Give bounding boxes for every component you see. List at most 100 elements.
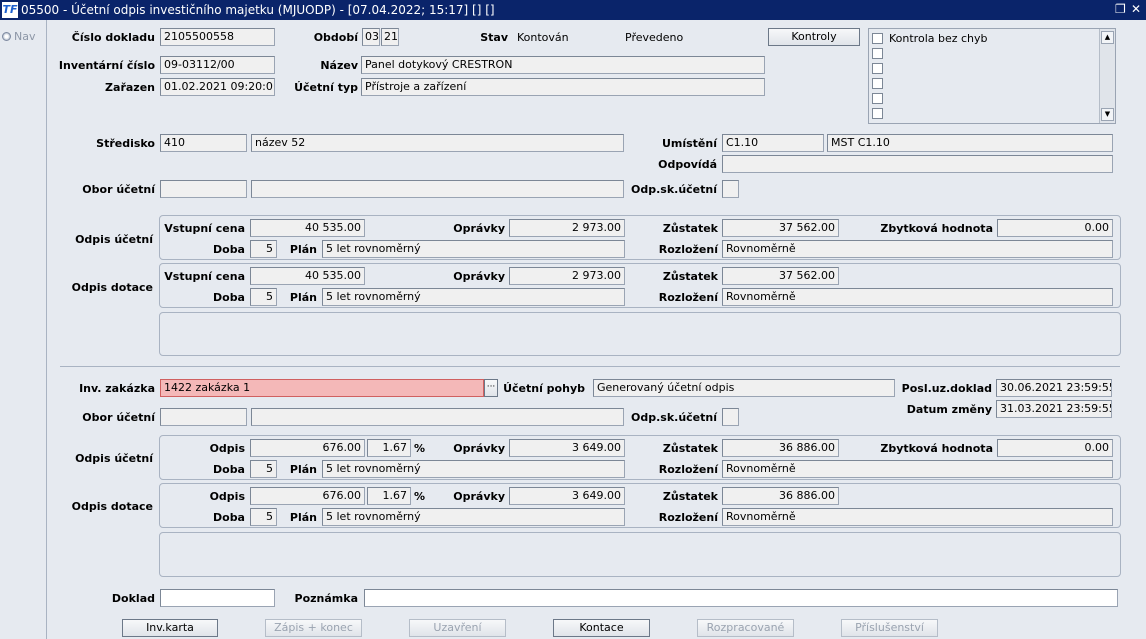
opravky-label: Oprávky [453,442,505,455]
odp-sk-field[interactable] [722,180,739,198]
ucetni-typ-label: Účetní typ [294,81,358,94]
vstupni-cena-field[interactable]: 40 535.00 [250,219,365,237]
rozlozeni-field[interactable]: Rovnoměrně [722,460,1113,478]
top-odpis-dotace-group: Vstupní cena 40 535.00 Oprávky 2 973.00 … [159,263,1121,308]
zustatek-field[interactable]: 37 562.00 [722,267,839,285]
kontrola-checkbox[interactable] [872,63,883,74]
umisteni-name-field[interactable]: MST C1.10 [827,134,1113,152]
umisteni-code-field[interactable]: C1.10 [722,134,824,152]
rozlozeni-field[interactable]: Rovnoměrně [722,288,1113,306]
plan-field[interactable]: 5 let rovnoměrný [322,508,625,526]
inv-zakazka-lookup-button[interactable]: ··· [484,379,498,397]
doklad-label: Doklad [111,592,155,605]
obor-ucetni-code-field[interactable] [160,180,247,198]
obor-ucetni-code-field[interactable] [160,408,247,426]
rozlozeni-field[interactable]: Rovnoměrně [722,508,1113,526]
odpis-field[interactable]: 676.00 [250,439,365,457]
ucetni-typ-field[interactable]: Přístroje a zařízení [361,78,765,96]
poznamka-label: Poznámka [294,592,358,605]
kontroly-list[interactable]: Kontrola bez chyb ▲ ▼ [868,28,1116,124]
inventarni-cislo-field[interactable]: 09-03112/00 [160,56,275,74]
close-icon[interactable]: ✕ [1131,2,1141,16]
kontrola-checkbox[interactable] [872,33,883,44]
inv-karta-button[interactable]: Inv.karta [122,619,218,637]
poznamka-field[interactable] [364,589,1118,607]
plan-field[interactable]: 5 let rovnoměrný [322,460,625,478]
doba-field[interactable]: 5 [250,240,277,258]
section-divider [60,366,1120,367]
zarazen-field[interactable]: 01.02.2021 09:20:01 [160,78,275,96]
posl-uz-doklad-field[interactable]: 30.06.2021 23:59:55 [996,379,1112,397]
kontrola-checkbox[interactable] [872,48,883,59]
opravky-field[interactable]: 3 649.00 [509,487,625,505]
window-titlebar: TF 05500 - Účetní odpis investičního maj… [0,0,1146,20]
kontroly-scrollbar[interactable]: ▲ ▼ [1099,29,1115,123]
form-main: Číslo dokladu 2105500558 Období 03 21 St… [48,20,1146,639]
obor-ucetni-name-field[interactable] [251,180,624,198]
obdobi-label: Období [313,31,358,44]
kontrola-text: Kontrola bez chyb [889,32,988,45]
rozpracovane-button[interactable]: Rozpracované [697,619,794,637]
odp-sk-label: Odp.sk.účetní [631,411,717,424]
uzavreni-button[interactable]: Uzavření [409,619,506,637]
vstupni-cena-field[interactable]: 40 535.00 [250,267,365,285]
stredisko-code-field[interactable]: 410 [160,134,247,152]
plan-field[interactable]: 5 let rovnoměrný [322,240,625,258]
posl-uz-doklad-label: Posl.uz.doklad [901,382,992,395]
nav-label: Nav [14,30,36,43]
obdobi-year-field[interactable]: 21 [381,28,399,46]
zbytkova-hodnota-field[interactable]: 0.00 [997,439,1113,457]
opravky-field[interactable]: 2 973.00 [509,219,625,237]
stav-value-2: Převedeno [625,31,684,44]
zustatek-field[interactable]: 37 562.00 [722,219,839,237]
cislo-dokladu-field[interactable]: 2105500558 [160,28,275,46]
bottom-odpis-dotace-group: Odpis 676.00 1.67 % Oprávky 3 649.00 Zůs… [159,483,1121,528]
stredisko-name-field[interactable]: název 52 [251,134,624,152]
prislusenstvi-button[interactable]: Příslušenství [841,619,938,637]
kontrola-checkbox[interactable] [872,108,883,119]
opravky-field[interactable]: 3 649.00 [509,439,625,457]
zustatek-field[interactable]: 36 886.00 [722,487,839,505]
restore-icon[interactable]: ❐ [1115,2,1126,16]
window-title: 05500 - Účetní odpis investičního majetk… [21,3,495,17]
doba-field[interactable]: 5 [250,288,277,306]
odpis-percent-field[interactable]: 1.67 [367,487,411,505]
obor-ucetni-label: Obor účetní [82,411,155,424]
plan-label: Plán [289,291,317,304]
rozlozeni-field[interactable]: Rovnoměrně [722,240,1113,258]
doba-field[interactable]: 5 [250,508,277,526]
doba-field[interactable]: 5 [250,460,277,478]
inv-zakazka-field[interactable]: 1422 zakázka 1 [160,379,484,397]
kontace-button[interactable]: Kontace [553,619,650,637]
zustatek-field[interactable]: 36 886.00 [722,439,839,457]
zbytkova-hodnota-label: Zbytková hodnota [880,442,993,455]
ucetni-pohyb-label: Účetní pohyb [503,382,585,395]
rozlozeni-label: Rozložení [658,463,718,476]
zapis-konec-button[interactable]: Zápis + konec [265,619,362,637]
datum-zmeny-field[interactable]: 31.03.2021 23:59:55 [996,400,1112,418]
kontroly-button[interactable]: Kontroly [768,28,860,46]
scroll-up-icon[interactable]: ▲ [1101,31,1114,44]
odp-sk-field[interactable] [722,408,739,426]
percent-sign: % [414,442,426,455]
scroll-down-icon[interactable]: ▼ [1101,108,1114,121]
datum-zmeny-label: Datum změny [906,403,992,416]
doklad-field[interactable] [160,589,275,607]
zustatek-label: Zůstatek [662,270,718,283]
nazev-field[interactable]: Panel dotykový CRESTRON [361,56,765,74]
zbytkova-hodnota-field[interactable]: 0.00 [997,219,1113,237]
odpis-label: Odpis [209,442,245,455]
ucetni-pohyb-field[interactable]: Generovaný účetní odpis [593,379,895,397]
obor-ucetni-name-field[interactable] [251,408,624,426]
stredisko-label: Středisko [96,137,155,150]
vstupni-cena-label: Vstupní cena [164,222,245,235]
kontrola-checkbox[interactable] [872,93,883,104]
nav-item[interactable]: Nav [2,30,35,43]
obdobi-month-field[interactable]: 03 [362,28,380,46]
odpis-field[interactable]: 676.00 [250,487,365,505]
odpis-percent-field[interactable]: 1.67 [367,439,411,457]
kontrola-checkbox[interactable] [872,78,883,89]
opravky-field[interactable]: 2 973.00 [509,267,625,285]
plan-field[interactable]: 5 let rovnoměrný [322,288,625,306]
odpovida-field[interactable] [722,155,1113,173]
